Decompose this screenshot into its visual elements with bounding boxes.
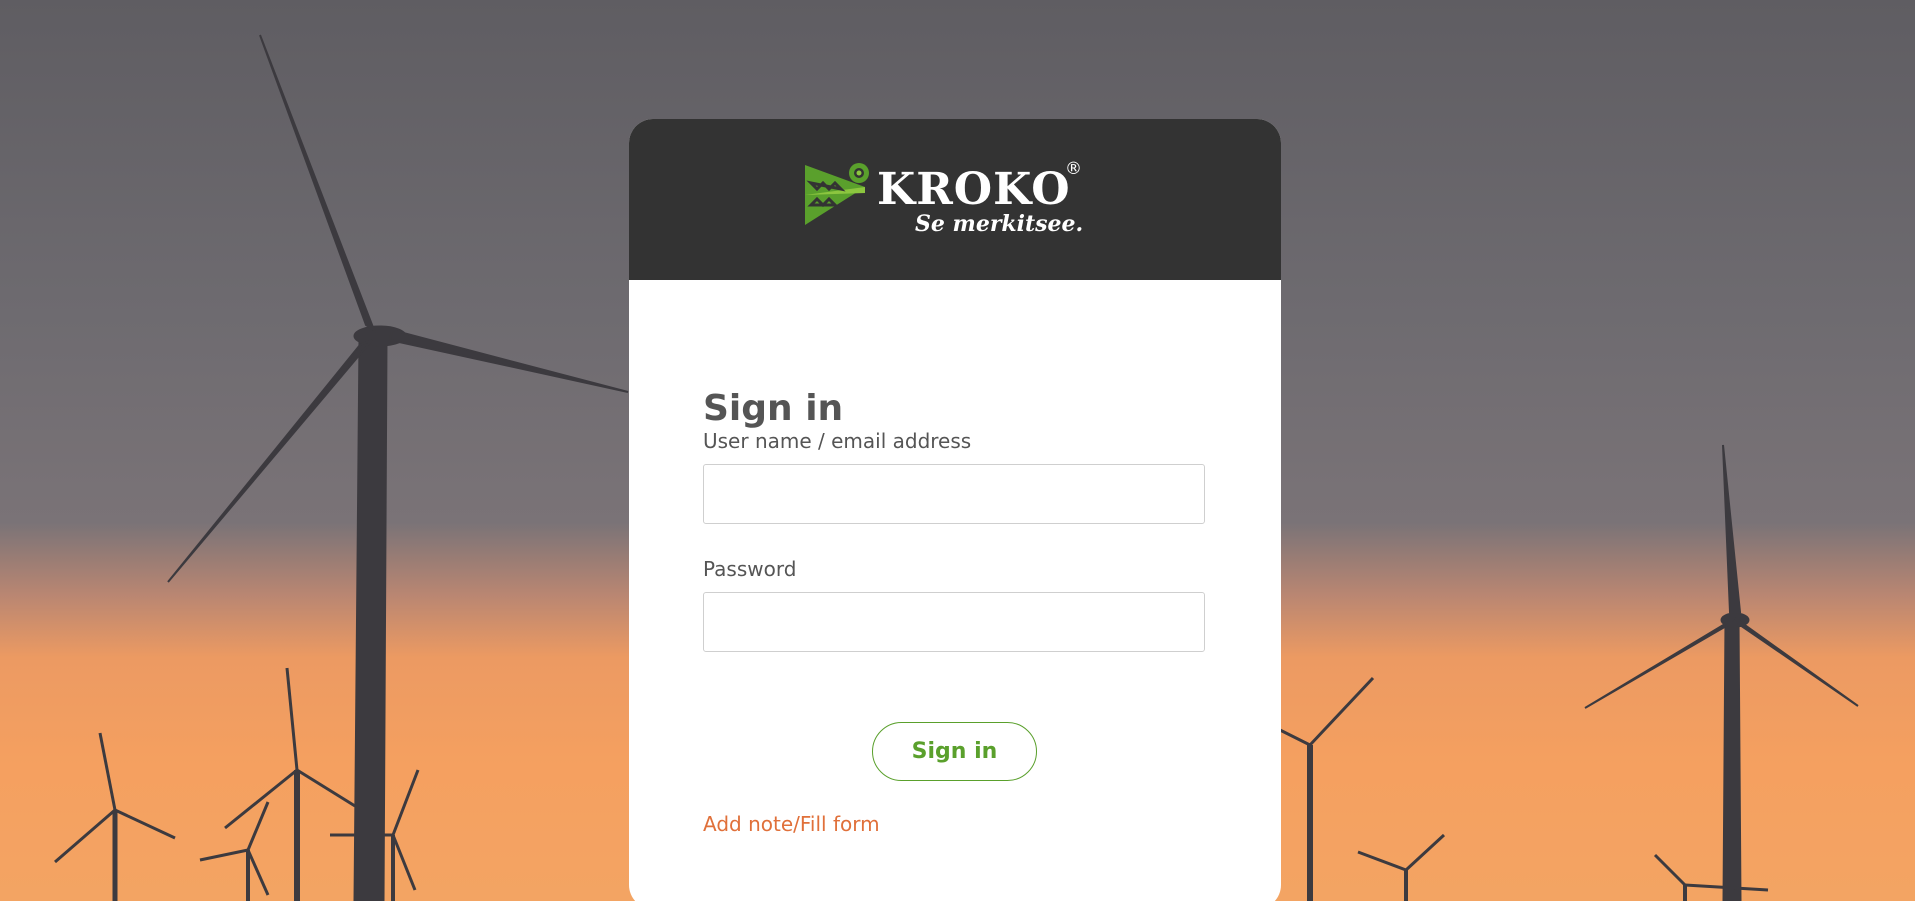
- page-title: Sign in: [703, 388, 844, 429]
- logo-brand-text: KROKO: [877, 164, 1071, 215]
- add-note-link[interactable]: Add note/Fill form: [703, 812, 880, 836]
- username-label: User name / email address: [703, 429, 972, 453]
- logo-registered-mark: ®: [1065, 159, 1082, 179]
- sign-in-button[interactable]: Sign in: [872, 722, 1037, 781]
- password-input[interactable]: [703, 592, 1205, 652]
- card-header: KROKO ® Se merkitsee.: [629, 119, 1281, 280]
- crocodile-logo-icon: [805, 163, 869, 225]
- username-input[interactable]: [703, 464, 1205, 524]
- password-label: Password: [703, 557, 797, 581]
- login-card: KROKO ® Se merkitsee. Sign in User name …: [629, 119, 1281, 901]
- logo-tagline: Se merkitsee.: [915, 211, 1084, 237]
- kroko-logo: KROKO ® Se merkitsee.: [803, 159, 1123, 244]
